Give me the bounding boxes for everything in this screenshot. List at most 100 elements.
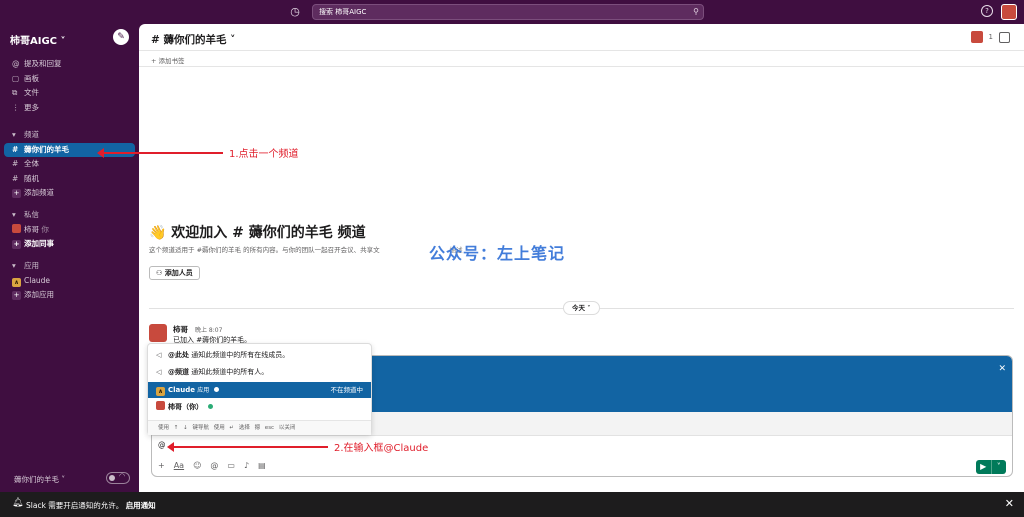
search-text: 搜索 柿哥AIGC [319,8,367,16]
annotation-step2: 2.在输入框@Claude [334,443,429,454]
sidebar-item-app-claude[interactable]: ∧ Claude [0,274,139,289]
divider [139,66,1024,67]
channels-header[interactable]: ▾ 频道 [0,128,139,143]
mention-option-self[interactable]: 柿哥（你） [148,399,371,415]
person-icon: ⚇ [156,269,163,277]
channel-title[interactable]: # 薅你们的羊毛 ˅ [151,32,235,47]
current-channel-label: 薅你们的羊毛 ˅ [14,475,66,484]
help-icon[interactable]: ? [981,5,993,17]
claude-app-icon: ∧ [12,277,21,287]
avatar [156,401,165,410]
enable-notifications-link[interactable]: 启用通知 [126,501,156,510]
at-icon: @ [12,59,20,68]
send-icon[interactable]: ▶ [976,460,991,474]
hash-icon: # [12,144,19,154]
watermark: 公众号：左上笔记 [429,244,566,263]
sidebar-item-channel-all[interactable]: # 全体 [0,157,139,172]
message-input[interactable]: @ [158,440,166,449]
mention-option-claude[interactable]: ∧ Claude 应用 不在频道中 [148,382,371,398]
avatar [12,223,21,233]
status-dot [208,404,213,409]
close-icon[interactable]: ✕ [1005,497,1014,510]
search-bar[interactable]: 搜索 柿哥AIGC ⚲ [312,4,704,20]
message-author[interactable]: 柿哥 [173,324,188,335]
mention-option-here[interactable]: ◁ @此处 通知此频道中的所有在线成员。 [148,347,371,363]
toggle-knob [109,475,115,481]
avatar[interactable] [149,324,167,342]
apps-section: ▾ 应用 ∧ Claude + 添加应用 [0,259,139,303]
composer-toolbar: + Aa ☺ @ ▭ ♪ ▤ [158,461,266,470]
format-icon[interactable]: Aa [174,461,184,470]
bell-icon: 🔔︎ [12,498,24,508]
divider [139,50,1024,51]
message-time[interactable]: 晚上 8:07 [195,325,222,334]
canvas-icon: ▢ [12,73,20,83]
huddle-toggle[interactable]: ◠ [106,472,130,484]
send-button[interactable]: ▶ ˅ [976,460,1006,474]
hash-icon: # [12,173,19,183]
sidebar-item-canvas[interactable]: ▢ 画板 [0,72,139,87]
sidebar-nav: @ 提及和回复 ▢ 画板 ⧉ 文件 ⋮ 更多 [0,57,139,115]
chevron-down-icon: ˅ [60,36,66,47]
caret-down-icon: ▾ [12,130,16,139]
status-dot [214,387,220,392]
sidebar-item-mentions[interactable]: @ 提及和回复 [0,57,139,72]
status-text: 不在频道中 [330,386,364,394]
sidebar-item-dm-self[interactable]: 柿哥 你 [0,223,139,238]
hash-icon: # [12,159,19,168]
add-coworker-button[interactable]: + 添加同事 [0,237,139,252]
sidebar-item-files[interactable]: ⧉ 文件 [0,86,139,101]
sidebar: 柿哥AIGC ˅ ✎ @ 提及和回复 ▢ 画板 ⧉ 文件 ⋮ 更多 ▾ 频道 # 薅你们的羊… [0,24,139,492]
keyboard-hint: 使用 ↑ ↓ 键导航 使用 ↵ 选择 摁 esc 以关闭 [148,420,371,435]
annotation-arrow [97,148,223,158]
mention-icon[interactable]: @ [210,461,218,470]
mic-icon[interactable]: ♪ [244,461,249,470]
workspace-name[interactable]: 柿哥AIGC ˅ [10,32,66,47]
headphones-icon: ◠ [119,472,126,480]
dm-header[interactable]: ▾ 私信 [0,208,139,223]
sidebar-item-more[interactable]: ⋮ 更多 [0,101,139,116]
files-icon: ⧉ [12,88,18,97]
add-channel-button[interactable]: + 添加频道 [0,186,139,201]
claude-app-icon: ∧ [156,387,165,396]
mention-autocomplete: ◁ @此处 通知此频道中的所有在线成员。 ◁ @频道 通知此频道中的所有人。 ∧ Cl… [147,343,372,435]
chevron-down-icon: ˅ [61,475,66,484]
apps-header[interactable]: ▾ 应用 [0,259,139,274]
add-people-button[interactable]: ⚇ 添加人员 [149,266,200,280]
annotation-step1: 1.点击一个频道 [229,149,299,160]
emoji-icon[interactable]: ☺ [193,461,201,470]
add-bookmark-button[interactable]: + 添加书签 [151,55,185,65]
mention-option-channel[interactable]: ◁ @频道 通知此频道中的所有人。 [148,364,371,380]
chevron-down-icon[interactable]: ˅ [992,460,1007,474]
plus-icon: + [12,240,21,249]
shortcut-icon[interactable]: ▤ [258,461,266,470]
add-app-button[interactable]: + 添加应用 [0,288,139,303]
history-icon[interactable]: ◷ [288,5,302,19]
channel-header-actions: 1 [970,31,1010,43]
caret-down-icon: ▾ [12,261,16,270]
video-icon[interactable]: ▭ [227,461,235,470]
notification-bar: 🔔︎ Slack 需要开启通知的允许。 启用通知 ✕ [0,492,1024,517]
huddle-icon[interactable] [999,31,1010,43]
member-count[interactable]: 1 [989,33,993,41]
caret-down-icon: ▾ [12,210,16,219]
annotation-arrow [167,442,328,452]
day-pill[interactable]: 今天 ˅ [563,301,600,315]
plus-icon: + [12,291,21,300]
channels-section: ▾ 频道 # 薅你们的羊毛 # 全体 # 随机 + 添加频道 [0,128,139,201]
notification-text: Slack 需要开启通知的允许。 启用通知 [26,501,156,510]
plus-icon[interactable]: + [158,461,165,470]
welcome-title: 👋 欢迎加入 # 薅你们的羊毛 频道 [149,225,366,241]
sidebar-item-channel-random[interactable]: # 随机 [0,172,139,187]
megaphone-icon: ◁ [156,368,162,376]
dm-section: ▾ 私信 柿哥 你 + 添加同事 [0,208,139,252]
compose-button[interactable]: ✎ [113,29,129,45]
user-avatar[interactable] [1001,4,1017,20]
chevron-down-icon: ˅ [587,304,591,312]
welcome-description: 这个频道适用于 #薅你们的羊毛 的所有内容。与你的团队一起召开会议、共享文 描述 [149,246,463,254]
member-avatar[interactable] [970,31,983,43]
sidebar-item-channel-active[interactable]: # 薅你们的羊毛 [4,142,135,157]
plus-icon: + [12,189,21,198]
close-icon[interactable]: ✕ [998,364,1006,374]
search-icon[interactable]: ⚲ [693,5,699,19]
